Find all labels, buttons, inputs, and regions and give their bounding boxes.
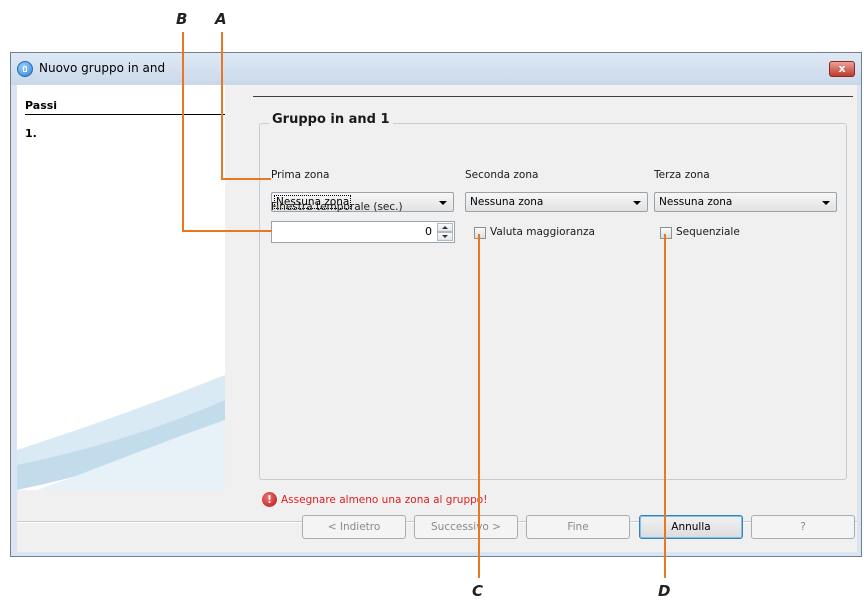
chevron-down-icon (439, 201, 447, 205)
error-message: Assegnare almeno una zona al gruppo! (281, 494, 488, 506)
sequenziale-label: Sequenziale (676, 226, 740, 238)
steps-title: Passi (25, 99, 58, 112)
callout-line-d (664, 234, 666, 578)
terza-zona-value: Nessuna zona (659, 196, 733, 208)
wizard-window: Nuovo gruppo in and x Passi 1. Gruppo in… (10, 52, 862, 557)
callout-label-c: C (472, 582, 484, 600)
header-divider (253, 96, 853, 97)
spinner-up-icon[interactable] (437, 223, 453, 232)
callout-line-b-horizontal (182, 230, 272, 232)
spinner-buttons (437, 223, 453, 241)
wizard-client-area: Passi 1. Gruppo in and 1 Prima zona Ness… (17, 85, 857, 552)
valuta-maggioranza-checkbox[interactable] (474, 227, 486, 239)
sequenziale-checkbox[interactable] (660, 227, 672, 239)
steps-divider (25, 114, 225, 115)
seconda-zona-select[interactable]: Nessuna zona (465, 192, 648, 212)
callout-line-c (478, 234, 480, 578)
callout-line-a-horizontal (221, 178, 271, 180)
finish-button[interactable]: Fine (526, 515, 630, 539)
close-button[interactable]: x (829, 61, 855, 77)
prima-zona-label: Prima zona (271, 169, 330, 181)
seconda-zona-value: Nessuna zona (470, 196, 544, 208)
callout-line-b-vertical (182, 32, 184, 232)
decorative-swoosh-image (17, 375, 225, 490)
group-box (259, 123, 847, 480)
seconda-zona-label: Seconda zona (465, 169, 539, 181)
finestra-temporale-label: Finestra temporale (sec.) (271, 201, 403, 213)
finestra-temporale-value: 0 (425, 225, 432, 238)
cancel-button[interactable]: Annulla (639, 515, 743, 539)
next-button[interactable]: Successivo > (414, 515, 518, 539)
error-icon: ! (262, 492, 277, 507)
valuta-maggioranza-label: Valuta maggioranza (490, 226, 595, 238)
callout-line-a-vertical (221, 32, 223, 180)
back-button[interactable]: < Indietro (302, 515, 406, 539)
step-item: 1. (25, 127, 37, 140)
terza-zona-select[interactable]: Nessuna zona (654, 192, 837, 212)
callout-label-d: D (658, 582, 671, 600)
spinner-down-icon[interactable] (437, 232, 453, 241)
terza-zona-label: Terza zona (654, 169, 710, 181)
chevron-down-icon (822, 201, 830, 205)
finestra-temporale-spinner[interactable]: 0 (271, 221, 455, 243)
callout-label-a: A (215, 10, 227, 28)
help-button[interactable]: ? (751, 515, 855, 539)
group-title: Gruppo in and 1 (269, 112, 393, 127)
title-bar[interactable]: Nuovo gruppo in and x (11, 53, 861, 85)
app-lock-icon (17, 61, 33, 77)
chevron-down-icon (633, 201, 641, 205)
callout-label-b: B (176, 10, 188, 28)
window-title: Nuovo gruppo in and (39, 61, 166, 75)
steps-panel: Passi 1. (17, 85, 225, 490)
